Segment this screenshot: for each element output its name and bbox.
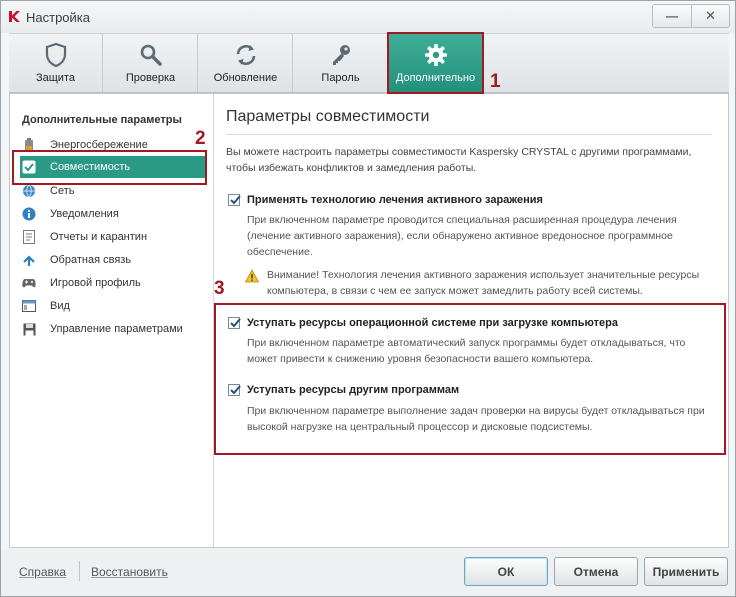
close-button[interactable]: ✕ [691,5,729,27]
info-icon [22,207,36,221]
pane-title: Параметры совместимости [226,108,430,125]
search-icon [140,44,162,66]
reports-icon [22,230,36,244]
sidebar-item-label: Вид [50,300,70,312]
help-link[interactable]: Справка [19,565,66,579]
window-view-icon [22,299,36,313]
annotation-number-3: 3 [214,278,225,299]
footer-bar: Справка Восстановить ОК Отмена Применить [1,549,735,596]
cancel-button[interactable]: Отмена [554,557,638,586]
settings-window: Настройка — ✕ Защита Проверка Обновление… [0,0,736,597]
annotation-box-3 [214,303,726,455]
option-description: При включенном параметре проводится спец… [247,214,677,258]
title-bar: Настройка — ✕ [1,1,735,33]
sidebar-item-label: Отчеты и карантин [50,231,148,243]
sidebar-item-label: Сеть [50,185,75,197]
sidebar-item-feedback[interactable]: Обратная связь [20,249,206,271]
annotation-box-2 [12,150,207,185]
tab-update[interactable]: Обновление [199,34,293,92]
sidebar-item-game-profile[interactable]: Игровой профиль [20,272,206,294]
annotation-number-1: 1 [490,71,501,92]
sidebar-heading: Дополнительные параметры [22,114,182,126]
refresh-icon [236,45,255,65]
checkmark-icon [230,195,241,205]
annotation-box-1 [387,32,484,94]
minimize-icon: — [666,9,678,23]
footer-divider [79,561,80,581]
pane-intro: Вы можете настроить параметры совместимо… [226,146,692,174]
sidebar-item-label: Уведомления [50,208,119,220]
warning-text: Внимание! Технология лечения активного з… [267,269,700,297]
sidebar-item-label: Управление параметрами [50,323,183,335]
feedback-icon [22,253,36,267]
sidebar-item-notifications[interactable]: Уведомления [20,203,206,225]
key-icon [332,45,350,65]
tab-label: Проверка [125,72,176,84]
sidebar-item-label: Обратная связь [50,254,132,266]
sidebar-item-reports[interactable]: Отчеты и карантин [20,226,206,248]
tab-scan[interactable]: Проверка [104,34,198,92]
apply-button[interactable]: Применить [644,557,728,586]
window-title: Настройка [26,10,90,25]
restore-link[interactable]: Восстановить [91,565,168,579]
main-toolbar: Защита Проверка Обновление Пароль Дополн… [9,33,729,93]
sidebar-item-manage-settings[interactable]: Управление параметрами [20,318,206,340]
checkbox-active-infection-treatment[interactable] [228,194,241,206]
option-active-infection-treatment[interactable]: Применять технологию лечения активного з… [228,194,543,206]
tab-label: Защита [36,72,75,84]
shield-icon [45,42,66,68]
warning-message: Внимание! Технология лечения активного з… [245,267,715,299]
save-icon [22,322,36,336]
sidebar-item-view[interactable]: Вид [20,295,206,317]
sidebar-item-label: Игровой профиль [50,277,141,289]
kaspersky-logo-icon [9,11,20,22]
tab-label: Пароль [321,72,360,84]
warning-icon [245,269,259,283]
title-divider [226,134,712,135]
window-controls: — ✕ [652,4,730,28]
ok-button[interactable]: ОК [464,557,548,586]
annotation-number-2: 2 [195,128,206,149]
network-icon [22,184,36,198]
option-label: Применять технологию лечения активного з… [247,194,543,206]
tab-password[interactable]: Пароль [294,34,388,92]
minimize-button[interactable]: — [653,5,691,27]
gamepad-icon [22,276,36,290]
tab-protection[interactable]: Защита [9,34,103,92]
tab-label: Обновление [213,72,278,84]
close-icon: ✕ [705,8,716,23]
